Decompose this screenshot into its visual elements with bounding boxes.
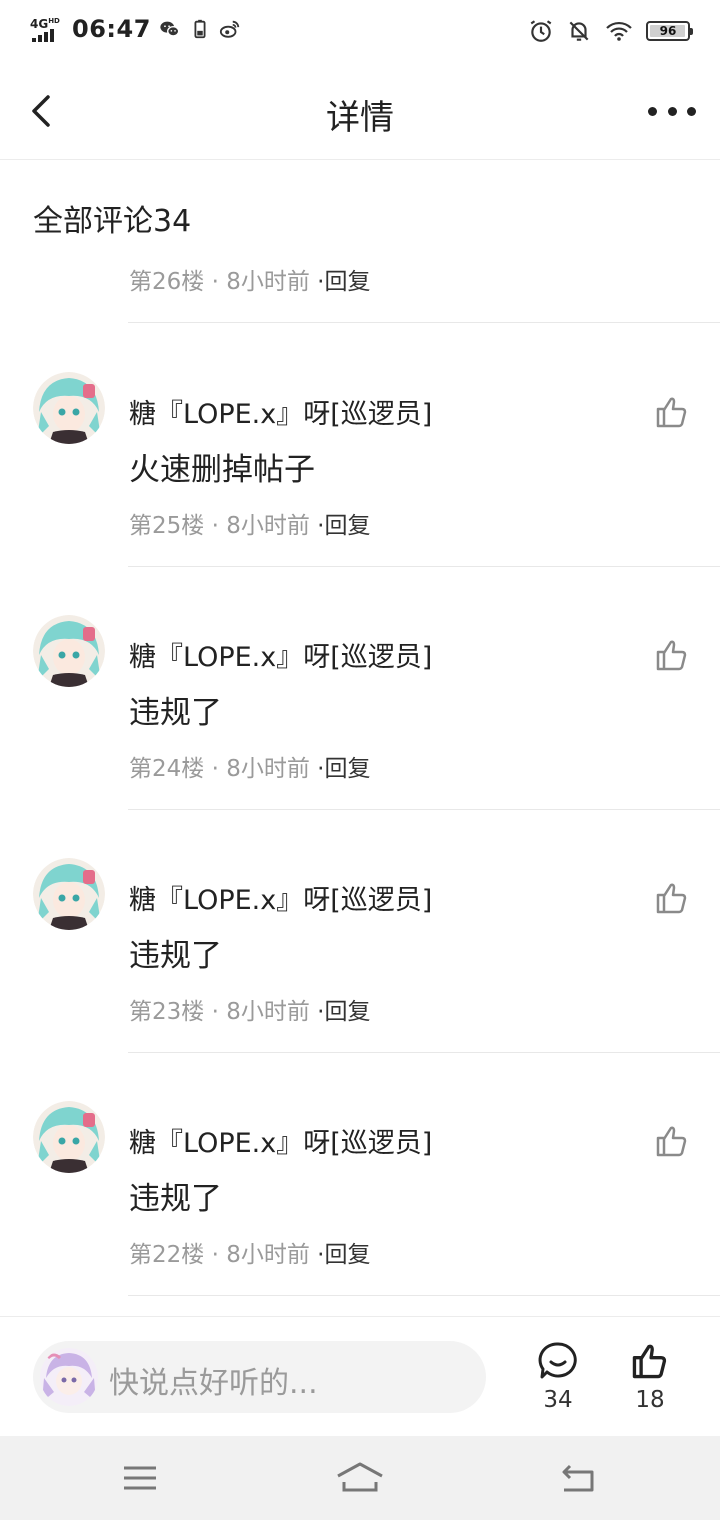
comment-username[interactable]: 糖『LOPE.x』呀[巡逻员]	[129, 1121, 432, 1160]
comment-time: · 8小时前	[211, 1242, 310, 1268]
thumbs-up-icon[interactable]	[654, 394, 690, 430]
wifi-icon	[606, 21, 632, 41]
system-navigation-bar	[0, 1436, 720, 1520]
comments-heading: 全部评论34	[33, 196, 191, 240]
floor-number: 第25楼	[129, 513, 205, 539]
partial-comment-meta: 第26楼 · 8小时前 ·回复	[129, 262, 370, 296]
comment-time: · 8小时前	[211, 269, 310, 295]
comment-input[interactable]: 快说点好听的...	[33, 1341, 486, 1413]
mute-bell-icon	[569, 21, 589, 41]
comment-username[interactable]: 糖『LOPE.x』呀[巡逻员]	[129, 878, 432, 917]
comment-text: 火速删掉帖子	[129, 452, 315, 488]
thumbs-up-icon[interactable]	[654, 880, 690, 916]
floor-number: 第26楼	[129, 269, 205, 295]
comments-heading-label: 全部评论	[33, 204, 153, 239]
reply-link[interactable]: ·回复	[317, 513, 370, 539]
floor-number: 第24楼	[129, 756, 205, 782]
comment-meta: 第25楼 · 8小时前 ·回复	[129, 506, 370, 540]
floor-number: 第22楼	[129, 1242, 205, 1268]
comment-meta: 第23楼 · 8小时前 ·回复	[129, 992, 370, 1026]
reply-link[interactable]: ·回复	[317, 269, 370, 295]
battery-level: 96	[659, 24, 677, 38]
user-avatar[interactable]	[33, 615, 105, 687]
user-avatar[interactable]	[33, 1101, 105, 1173]
comment-meta: 第24楼 · 8小时前 ·回复	[129, 749, 370, 783]
comment-item: 糖『LOPE.x』呀[巡逻员] 违规了 第22楼 · 8小时前 ·回复	[0, 1053, 720, 1296]
thumbs-up-icon	[632, 1344, 667, 1379]
comment-text: 违规了	[129, 1181, 222, 1217]
menu-icon[interactable]	[120, 1460, 160, 1496]
comment-count: 34	[543, 1387, 573, 1413]
reply-link[interactable]: ·回复	[317, 756, 370, 782]
divider	[128, 322, 720, 323]
alarm-icon	[530, 20, 552, 42]
more-dots-icon[interactable]	[648, 96, 696, 126]
comment-text: 违规了	[129, 938, 222, 974]
thumbs-up-icon[interactable]	[654, 637, 690, 673]
user-avatar[interactable]	[33, 858, 105, 930]
comment-item: 糖『LOPE.x』呀[巡逻员] 违规了 第23楼 · 8小时前 ·回复	[0, 810, 720, 1053]
wechat-icon	[160, 21, 180, 37]
back-nav-icon[interactable]	[558, 1460, 598, 1496]
network-sub: HD	[48, 17, 60, 25]
comment-list[interactable]: 第26楼 · 8小时前 ·回复 糖『LOPE.x』呀[巡逻员] 火速删掉帖子 第…	[0, 240, 720, 1316]
clock: 06:47	[72, 15, 151, 43]
battery-small-icon	[194, 19, 206, 39]
comment-input-placeholder: 快说点好听的...	[109, 1366, 318, 1401]
comment-time: · 8小时前	[211, 756, 310, 782]
home-icon[interactable]	[336, 1460, 384, 1496]
comment-item: 糖『LOPE.x』呀[巡逻员] 火速删掉帖子 第25楼 · 8小时前 ·回复	[0, 324, 720, 567]
page-title: 详情	[326, 98, 394, 138]
divider	[128, 1295, 720, 1296]
comment-username[interactable]: 糖『LOPE.x』呀[巡逻员]	[129, 635, 432, 674]
weibo-icon	[219, 20, 240, 38]
like-count: 18	[635, 1387, 665, 1413]
thumbs-up-icon[interactable]	[654, 1123, 690, 1159]
comment-bubble-icon	[538, 1342, 577, 1379]
comments-count: 34	[153, 204, 192, 239]
my-avatar	[40, 1348, 98, 1406]
comment-meta: 第22楼 · 8小时前 ·回复	[129, 1235, 370, 1269]
status-bar: 4GHD 06:47 96	[0, 0, 720, 64]
reply-link[interactable]: ·回复	[317, 1242, 370, 1268]
signal-icon: 4GHD	[30, 14, 64, 44]
floor-number: 第23楼	[129, 999, 205, 1025]
comment-text: 违规了	[129, 695, 222, 731]
comment-item: 糖『LOPE.x』呀[巡逻员] 违规了 第24楼 · 8小时前 ·回复	[0, 567, 720, 810]
user-avatar[interactable]	[33, 372, 105, 444]
comment-time: · 8小时前	[211, 513, 310, 539]
battery-indicator: 96	[646, 21, 693, 41]
comment-time: · 8小时前	[211, 999, 310, 1025]
comment-username[interactable]: 糖『LOPE.x』呀[巡逻员]	[129, 392, 432, 431]
top-navigation-bar: 详情	[0, 64, 720, 160]
reply-link[interactable]: ·回复	[317, 999, 370, 1025]
like-button[interactable]: 18	[620, 1341, 680, 1413]
comment-button[interactable]: 34	[528, 1341, 588, 1413]
comment-input-bar: 快说点好听的... 34 18	[0, 1316, 720, 1437]
